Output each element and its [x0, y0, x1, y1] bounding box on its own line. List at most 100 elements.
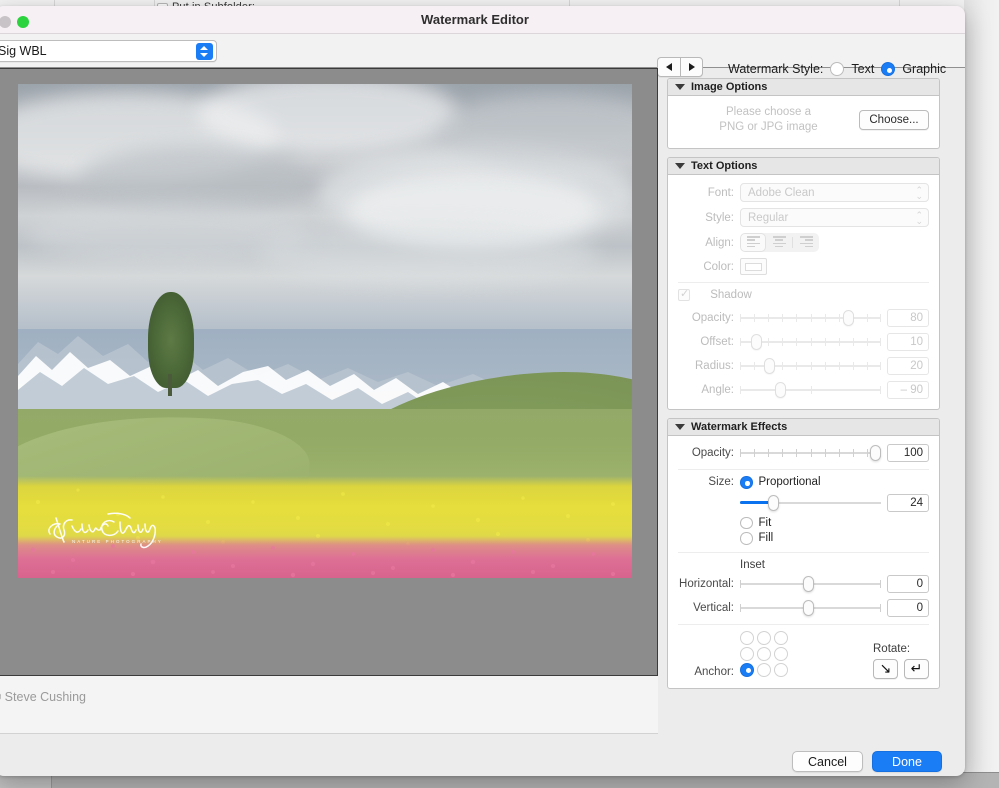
done-button[interactable]: Done — [872, 751, 942, 772]
inset-vertical-value[interactable]: 0 — [887, 599, 929, 617]
chevron-down-icon — [200, 53, 208, 57]
anchor-label: Anchor: — [678, 666, 740, 679]
image-options-group: Image Options Please choose a PNG or JPG… — [667, 78, 940, 149]
radio-size-fit[interactable] — [740, 517, 753, 530]
font-select[interactable]: Adobe Clean ⌃⌄ — [740, 183, 929, 202]
size-label: Size: — [678, 476, 740, 488]
photo-pink-speckle — [18, 532, 632, 578]
rotate-label: Rotate: — [873, 643, 929, 655]
size-value[interactable]: 24 — [887, 494, 929, 512]
size-slider[interactable] — [740, 495, 881, 511]
image-options-header[interactable]: Image Options — [668, 79, 939, 96]
disclosure-triangle-icon[interactable] — [675, 424, 685, 430]
style-value: Regular — [741, 212, 788, 224]
shadow-angle-value[interactable]: – 90 — [887, 381, 929, 399]
anchor-middle-left[interactable] — [740, 647, 754, 661]
anchor-bottom-left[interactable] — [740, 663, 754, 677]
align-left-icon — [747, 236, 760, 249]
shadow-radius-label: Radius: — [678, 360, 740, 372]
close-icon[interactable] — [0, 16, 11, 28]
disclosure-triangle-icon[interactable] — [675, 163, 685, 169]
font-value: Adobe Clean — [741, 187, 815, 199]
shadow-angle-slider[interactable] — [740, 382, 881, 398]
shadow-offset-slider[interactable] — [740, 334, 881, 350]
photo-tree-trunk — [168, 374, 172, 396]
watermark-effects-header[interactable]: Watermark Effects — [668, 419, 939, 436]
choose-hint-line2: PNG or JPG image — [678, 120, 859, 135]
shadow-offset-label: Offset: — [678, 336, 740, 348]
preset-stepper[interactable] — [196, 43, 213, 60]
shadow-radius-value[interactable]: 20 — [887, 357, 929, 375]
align-left-button[interactable] — [740, 233, 766, 252]
chevron-up-icon — [200, 46, 208, 50]
style-select[interactable]: Regular ⌃⌄ — [740, 208, 929, 227]
rotate-cw-icon: ↘ — [880, 660, 892, 677]
effects-opacity-value[interactable]: 100 — [887, 444, 929, 462]
watermark-style-label: Watermark Style: — [728, 62, 823, 76]
dialog-titlebar: Watermark Editor — [0, 6, 965, 34]
radio-style-graphic[interactable] — [881, 62, 895, 76]
shadow-angle-label: Angle: — [678, 384, 740, 396]
copyright-text: © Steve Cushing — [0, 690, 86, 704]
radio-size-fit-label: Fit — [759, 517, 772, 529]
section-divider — [678, 469, 929, 470]
anchor-bottom-center[interactable] — [757, 663, 771, 677]
radio-size-proportional[interactable] — [740, 476, 753, 489]
next-button[interactable] — [680, 57, 703, 77]
preview-photo: NATURE PHOTOGRAPHY — [18, 84, 632, 578]
rotate-counterclockwise-button[interactable]: ↵ — [904, 659, 929, 679]
cancel-button[interactable]: Cancel — [792, 751, 863, 772]
anchor-top-right[interactable] — [774, 631, 788, 645]
shadow-offset-value[interactable]: 10 — [887, 333, 929, 351]
watermark-effects-body: Opacity: 100 Size: — [668, 436, 939, 688]
font-label: Font: — [678, 187, 740, 199]
watermark-effects-group: Watermark Effects Opacity: 100 — [667, 418, 940, 689]
size-fill-row: Fill — [740, 532, 773, 545]
choose-button[interactable]: Choose... — [859, 110, 929, 130]
dialog-title: Watermark Editor — [421, 12, 529, 27]
previous-button[interactable] — [657, 57, 680, 77]
dialog-button-row: Cancel Done — [792, 751, 942, 772]
rotate-ccw-icon: ↵ — [911, 660, 923, 677]
size-proportional-row: Proportional — [740, 476, 821, 489]
preset-value: Sig WBL — [0, 44, 47, 58]
anchor-middle-center[interactable] — [757, 647, 771, 661]
anchor-top-left[interactable] — [740, 631, 754, 645]
rotate-clockwise-button[interactable]: ↘ — [873, 659, 898, 679]
radio-size-proportional-label: Proportional — [759, 476, 821, 488]
anchor-grid — [740, 631, 791, 679]
radio-size-fill[interactable] — [740, 532, 753, 545]
radio-style-graphic-label: Graphic — [902, 62, 946, 76]
anchor-top-center[interactable] — [757, 631, 771, 645]
style-label: Style: — [678, 212, 740, 224]
disclosure-triangle-icon[interactable] — [675, 84, 685, 90]
anchor-middle-right[interactable] — [774, 647, 788, 661]
inset-horizontal-slider[interactable] — [740, 576, 881, 592]
effects-opacity-slider[interactable] — [740, 445, 881, 461]
chevron-updown-icon: ⌃⌄ — [908, 212, 923, 224]
section-divider — [678, 552, 929, 553]
shadow-checkbox[interactable] — [678, 289, 690, 301]
inset-vertical-slider[interactable] — [740, 600, 881, 616]
align-right-button[interactable] — [793, 233, 819, 252]
arrow-left-icon — [666, 63, 672, 71]
color-label: Color: — [678, 261, 740, 273]
text-options-header[interactable]: Text Options — [668, 158, 939, 175]
align-center-button[interactable] — [766, 233, 792, 252]
shadow-radius-slider[interactable] — [740, 358, 881, 374]
shadow-opacity-slider[interactable] — [740, 310, 881, 326]
preset-combobox[interactable]: Sig WBL — [0, 40, 217, 62]
color-swatch[interactable] — [740, 258, 767, 275]
inset-horizontal-value[interactable]: 0 — [887, 575, 929, 593]
align-center-icon — [773, 236, 786, 249]
arrow-right-icon — [689, 63, 695, 71]
zoom-icon[interactable] — [17, 16, 29, 28]
anchor-bottom-right[interactable] — [774, 663, 788, 677]
shadow-opacity-label: Opacity: — [678, 312, 740, 324]
chevron-updown-icon: ⌃⌄ — [908, 187, 923, 199]
shadow-opacity-value[interactable]: 80 — [887, 309, 929, 327]
radio-size-fill-label: Fill — [759, 532, 774, 544]
section-divider — [678, 624, 929, 625]
radio-style-text[interactable] — [830, 62, 844, 76]
watermark-navigation — [657, 57, 703, 77]
